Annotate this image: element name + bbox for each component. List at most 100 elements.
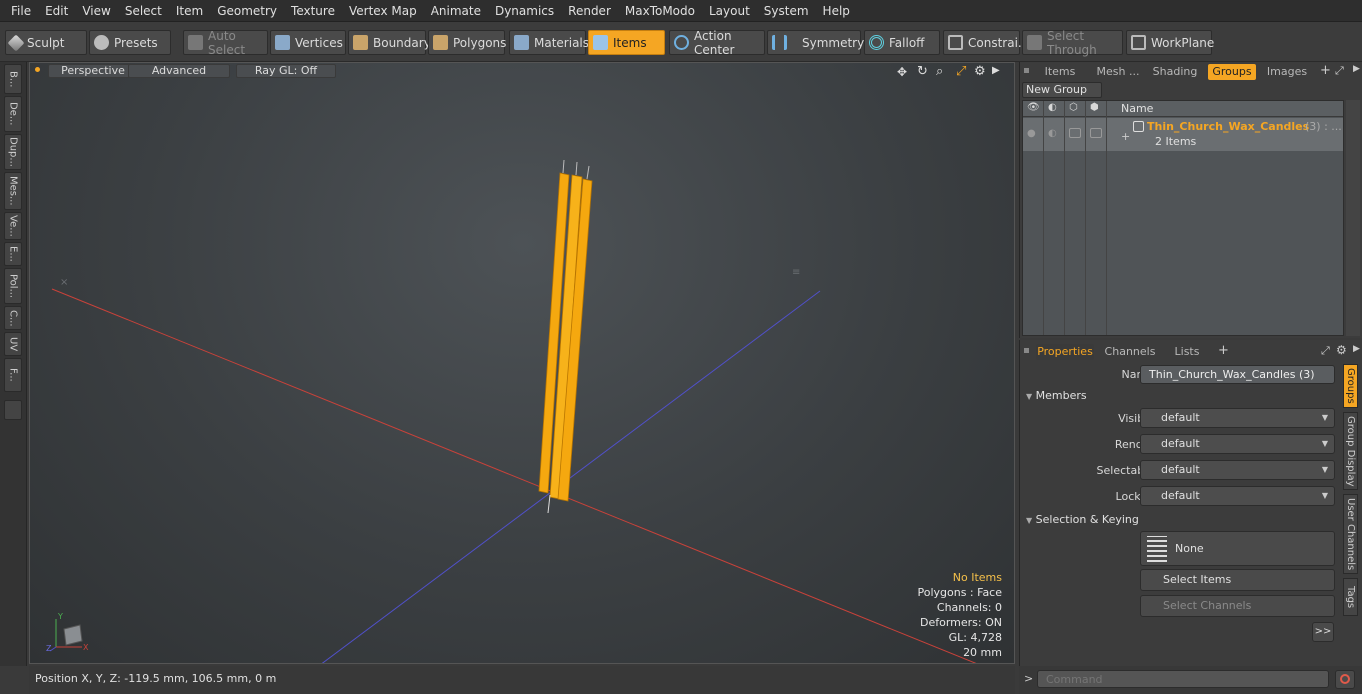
side-tab-user-channels[interactable]: User Channels	[1343, 494, 1358, 574]
tab-lists[interactable]: Lists	[1166, 344, 1208, 360]
command-bar: >	[1019, 666, 1362, 694]
select-channels-button[interactable]: Select Channels	[1140, 595, 1335, 617]
locked-dropdown[interactable]: default ▼	[1140, 486, 1335, 506]
expand-plus-icon[interactable]: +	[1121, 130, 1130, 143]
boundary-button[interactable]: Boundary	[348, 30, 431, 55]
left-tab-deform[interactable]: De...	[4, 96, 22, 132]
expand-icon[interactable]: ⤢	[1321, 344, 1330, 358]
left-tab-basic[interactable]: B...	[4, 64, 22, 94]
menu-edit[interactable]: Edit	[38, 4, 75, 18]
side-tab-group-display[interactable]: Group Display	[1343, 412, 1358, 490]
falloff-button[interactable]: Falloff	[864, 30, 940, 55]
tab-items[interactable]: Items	[1038, 64, 1082, 80]
menu-help[interactable]: Help	[816, 4, 857, 18]
selection-keying-section[interactable]: ▼ Selection & Keying	[1026, 513, 1338, 526]
vertices-icon	[275, 35, 290, 50]
expand-icon[interactable]: ⤢	[1335, 64, 1344, 78]
left-tab-polygon[interactable]: Pol...	[4, 268, 22, 304]
scrollbar[interactable]	[1346, 100, 1360, 336]
render-value: default	[1161, 437, 1200, 450]
left-tab-edge[interactable]: E...	[4, 242, 22, 266]
tab-properties[interactable]: Properties	[1036, 344, 1094, 360]
row-render-icon[interactable]: ◐	[1048, 128, 1057, 139]
select-lock-icon[interactable]: ⬡	[1069, 102, 1078, 113]
left-tool-strip: B... De... Dup... Mes... Ve... E... Pol.…	[0, 62, 27, 666]
record-button[interactable]	[1335, 670, 1355, 689]
render-icon[interactable]: ◐	[1048, 102, 1057, 113]
svg-text:Y: Y	[57, 612, 63, 621]
menu-texture[interactable]: Texture	[284, 4, 342, 18]
list-item[interactable]: ● ◐ + Thin_Church_Wax_Candles (3) : ... …	[1023, 118, 1343, 151]
add-tab-icon[interactable]: +	[1218, 343, 1229, 358]
row-eye-icon[interactable]: ●	[1027, 128, 1036, 139]
left-tab-duplicate[interactable]: Dup...	[4, 134, 22, 170]
menu-dynamics[interactable]: Dynamics	[488, 4, 561, 18]
side-tab-tags[interactable]: Tags	[1343, 578, 1358, 616]
grid-marker-right: ≡	[792, 267, 800, 278]
menu-select[interactable]: Select	[118, 4, 169, 18]
tab-images[interactable]: Images	[1262, 64, 1312, 80]
left-tab-extra[interactable]	[4, 400, 22, 420]
add-tab-icon[interactable]: +	[1320, 63, 1331, 78]
tab-shading[interactable]: Shading	[1150, 64, 1200, 80]
command-input[interactable]	[1037, 670, 1329, 688]
tab-channels[interactable]: Channels	[1102, 344, 1158, 360]
locked-value: default	[1161, 489, 1200, 502]
menu-view[interactable]: View	[75, 4, 117, 18]
none-button[interactable]: None	[1140, 531, 1335, 566]
select-through-button[interactable]: Select Through	[1022, 29, 1123, 57]
panel-menu-icon[interactable]	[1024, 68, 1029, 73]
side-tab-groups[interactable]: Groups	[1343, 364, 1358, 408]
menu-system[interactable]: System	[757, 4, 816, 18]
vertices-button[interactable]: Vertices 1	[270, 30, 359, 55]
lock-icon[interactable]: ⬢	[1090, 102, 1099, 113]
column-divider	[1064, 101, 1065, 335]
action-center-icon	[674, 35, 689, 50]
row-select-box[interactable]	[1069, 128, 1081, 138]
constraints-button[interactable]: Constrai...	[943, 30, 1029, 55]
name-field[interactable]: Thin_Church_Wax_Candles (3)	[1140, 365, 1335, 384]
row-lock-box[interactable]	[1090, 128, 1102, 138]
left-tab-vertex[interactable]: Ve...	[4, 212, 22, 240]
auto-select-button[interactable]: Auto Select	[183, 29, 268, 57]
symmetry-button[interactable]: Symmetry	[767, 30, 864, 55]
panel-arrow-icon[interactable]: ▶	[1353, 344, 1360, 354]
items-button[interactable]: Items	[588, 30, 665, 55]
materials-button[interactable]: Materials	[509, 30, 589, 55]
left-tab-mesh[interactable]: Mes...	[4, 172, 22, 210]
menu-item[interactable]: Item	[169, 4, 210, 18]
toolbar: Sculpt Presets Auto Select Vertices 1 Bo…	[0, 22, 1362, 62]
menu-maxtomodo[interactable]: MaxToModo	[618, 4, 702, 18]
3d-viewport[interactable]: Perspective Advanced Ray GL: Off ✥ ↻ ⌕ ⤢…	[29, 62, 1015, 664]
panel-arrow-icon[interactable]: ▶	[1353, 64, 1360, 74]
gear-icon[interactable]: ⚙	[1336, 343, 1347, 357]
menu-vertex-map[interactable]: Vertex Map	[342, 4, 424, 18]
new-group-button[interactable]: New Group	[1022, 82, 1102, 98]
polygons-button[interactable]: Polygons	[428, 30, 506, 55]
selectable-dropdown[interactable]: default ▼	[1140, 460, 1335, 480]
workplane-button[interactable]: WorkPlane	[1126, 30, 1214, 55]
members-section[interactable]: ▼ Members	[1026, 389, 1338, 402]
hud-polygons: Polygons : Face	[917, 586, 1002, 599]
group-icon	[1133, 121, 1144, 132]
tab-groups[interactable]: Groups	[1208, 64, 1256, 80]
render-dropdown[interactable]: default ▼	[1140, 434, 1335, 454]
action-center-button[interactable]: Action Center	[669, 29, 765, 57]
left-tab-uv[interactable]: UV	[4, 332, 22, 356]
panel-menu-icon[interactable]	[1024, 348, 1029, 353]
group-name[interactable]: Thin_Church_Wax_Candles	[1147, 120, 1309, 133]
left-tab-fusion[interactable]: F...	[4, 358, 22, 392]
menu-file[interactable]: File	[4, 4, 38, 18]
left-tab-curve[interactable]: C...	[4, 306, 22, 330]
menu-animate[interactable]: Animate	[424, 4, 488, 18]
sculpt-button[interactable]: Sculpt	[5, 30, 87, 55]
menu-geometry[interactable]: Geometry	[210, 4, 284, 18]
presets-button[interactable]: Presets	[89, 30, 171, 55]
visible-dropdown[interactable]: default ▼	[1140, 408, 1335, 428]
eye-icon[interactable]: 👁	[1027, 102, 1040, 113]
select-items-button[interactable]: Select Items	[1140, 569, 1335, 591]
more-button[interactable]: >>	[1312, 622, 1334, 642]
tab-mesh[interactable]: Mesh ...	[1092, 64, 1144, 80]
menu-layout[interactable]: Layout	[702, 4, 757, 18]
menu-render[interactable]: Render	[561, 4, 618, 18]
